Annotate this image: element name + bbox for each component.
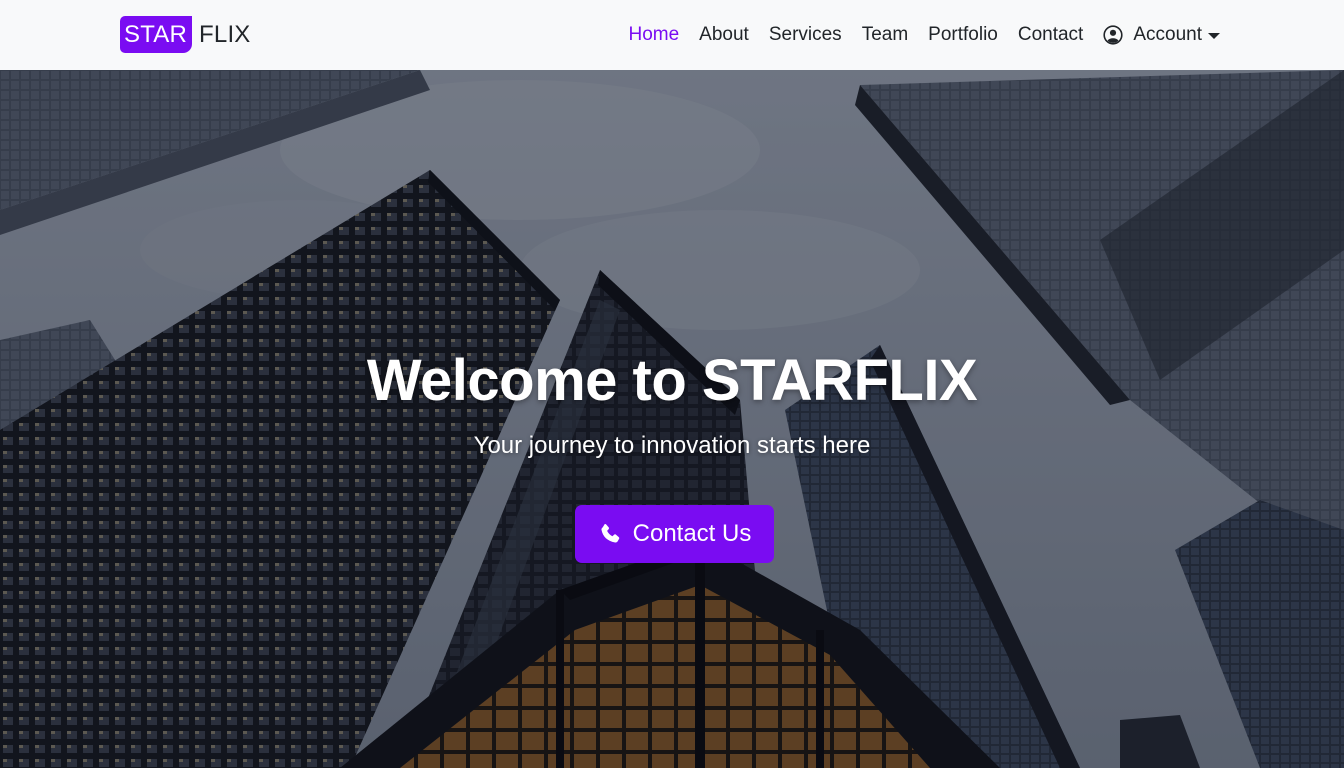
- navbar: STAR FLIX Home About Services Team Portf…: [0, 0, 1344, 70]
- account-label: Account: [1133, 24, 1202, 45]
- hero-title: Welcome to STARFLIX: [366, 348, 978, 413]
- brand-flix: FLIX: [199, 21, 251, 48]
- hero-section: Welcome to STARFLIX Your journey to inno…: [0, 70, 1344, 768]
- hero-content: Welcome to STARFLIX Your journey to inno…: [0, 70, 1344, 768]
- account-dropdown[interactable]: Account: [1103, 24, 1220, 46]
- nav-contact[interactable]: Contact: [1018, 24, 1083, 46]
- nav-team[interactable]: Team: [862, 24, 908, 46]
- nav-about[interactable]: About: [699, 24, 749, 46]
- brand-star: STAR: [120, 16, 193, 53]
- contact-us-label: Contact Us: [632, 520, 752, 547]
- main-nav: Home About Services Team Portfolio Conta…: [608, 0, 1220, 70]
- nav-home[interactable]: Home: [628, 24, 679, 46]
- user-circle-icon: [1103, 25, 1123, 45]
- phone-icon: [598, 522, 622, 546]
- nav-portfolio[interactable]: Portfolio: [928, 24, 998, 46]
- nav-services[interactable]: Services: [769, 24, 842, 46]
- hero-subtitle: Your journey to innovation starts here: [473, 432, 871, 459]
- brand-logo[interactable]: STAR FLIX: [120, 16, 251, 53]
- caret-down-icon: [1208, 33, 1220, 39]
- contact-us-button[interactable]: Contact Us: [575, 505, 774, 563]
